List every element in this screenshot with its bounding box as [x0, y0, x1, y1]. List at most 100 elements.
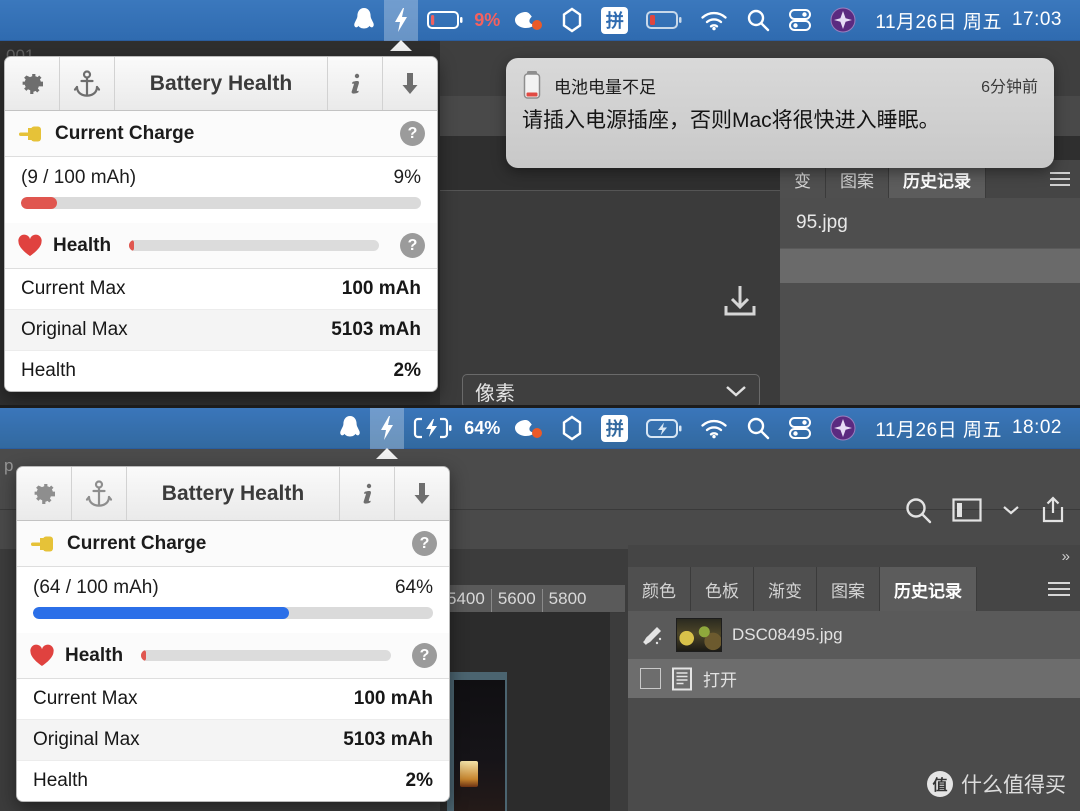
- help-icon[interactable]: ?: [400, 233, 425, 258]
- wifi-icon[interactable]: [691, 408, 737, 449]
- import-arrow-icon[interactable]: [718, 280, 762, 324]
- table-row: Health 2%: [17, 761, 449, 801]
- lightning-bolt-icon[interactable]: [384, 0, 419, 51]
- canvas-ruler: 5400 5600 5800: [440, 585, 625, 613]
- bottom-panel-tabs[interactable]: 颜色 色板 渐变 图案 历史记录: [628, 567, 1080, 611]
- hamburger-icon[interactable]: [1038, 567, 1080, 611]
- battery-charging-small-icon[interactable]: [637, 408, 691, 449]
- battery-charging-icon[interactable]: [404, 408, 462, 449]
- pinyin-input-icon[interactable]: 拼: [592, 408, 637, 449]
- tab-color[interactable]: 颜色: [628, 567, 691, 611]
- search-icon[interactable]: [904, 496, 932, 524]
- ruler-tick: 5600: [490, 589, 542, 612]
- list-item[interactable]: DSC08495.jpg: [628, 611, 1080, 659]
- heart-icon: [17, 234, 43, 258]
- bottom-menubar: 64% 拼 11月26日 周五 18:02: [0, 407, 1080, 459]
- siri-icon[interactable]: [821, 408, 865, 449]
- help-icon[interactable]: ?: [412, 531, 437, 556]
- info-icon[interactable]: [340, 467, 395, 520]
- snapshot-brush-icon: [640, 623, 666, 647]
- list-item[interactable]: 打开: [628, 659, 1080, 698]
- plug-icon: [17, 124, 45, 144]
- weibo-icon[interactable]: [504, 408, 552, 449]
- row-label: Health: [33, 770, 88, 791]
- search-icon[interactable]: [737, 0, 779, 41]
- watermark-badge: 值: [927, 771, 953, 797]
- tab-swatches[interactable]: 色板: [691, 567, 754, 611]
- notification-title: 电池电量不足: [554, 77, 656, 97]
- battery-icon[interactable]: [418, 0, 472, 41]
- bottom-charge-value: (64 / 100 mAh): [33, 577, 159, 598]
- bottom-toolbar-icons: [904, 496, 1066, 524]
- top-right-panel: 变 图案 历史记录 95.jpg: [780, 160, 1080, 405]
- canvas-photo-border: [447, 672, 507, 811]
- row-label: Original Max: [33, 729, 140, 750]
- top-charge-progress-bar: [21, 197, 421, 209]
- notification-header: 电池电量不足 6分钟前: [522, 70, 1038, 100]
- pixel-dropdown-label: 像素: [475, 382, 515, 405]
- bottom-health-section: Health ?: [17, 633, 449, 679]
- notification-body: 请插入电源插座，否则Mac将很快进入睡眠。: [522, 109, 940, 132]
- watermark: 值 什么值得买: [927, 769, 1066, 799]
- canvas-photo: [454, 680, 505, 811]
- bottom-battery-percent[interactable]: 64%: [462, 408, 504, 449]
- top-battery-health-popover[interactable]: Battery Health Current Charge ? (9 / 100…: [4, 56, 438, 392]
- weibo-icon[interactable]: [504, 0, 552, 41]
- hexagon-icon[interactable]: [552, 0, 592, 41]
- top-clock[interactable]: 11月26日 周五 17:03: [865, 7, 1068, 34]
- history-item-label: 打开: [703, 671, 737, 690]
- top-charge-value: (9 / 100 mAh): [21, 167, 137, 188]
- share-icon[interactable]: [1040, 496, 1066, 524]
- pinyin-input-icon[interactable]: 拼: [592, 0, 637, 41]
- chevron-down-icon[interactable]: [1002, 504, 1020, 516]
- help-icon[interactable]: ?: [412, 643, 437, 668]
- bottom-battery-health-popover[interactable]: Battery Health Current Charge ? (64 / 10…: [16, 466, 450, 802]
- control-center-icon[interactable]: [779, 408, 821, 449]
- bottom-clock-time: 18:02: [1011, 417, 1062, 438]
- tab-gradient[interactable]: 渐变: [754, 567, 817, 611]
- bottom-clock[interactable]: 11月26日 周五 18:02: [865, 415, 1068, 442]
- row-value: 5103 mAh: [343, 729, 433, 750]
- chevron-down-icon: [725, 384, 747, 398]
- download-arrow-icon[interactable]: [395, 467, 449, 520]
- download-arrow-icon[interactable]: [383, 57, 437, 110]
- top-panel-selected-row[interactable]: [780, 248, 1080, 283]
- notification-time: 6分钟前: [981, 79, 1038, 96]
- pixel-dropdown[interactable]: 像素: [462, 374, 760, 408]
- screenshot-root: 变 图案 历史记录 95.jpg 像素 001: [0, 0, 1080, 811]
- tab-pattern[interactable]: 图案: [817, 567, 880, 611]
- info-icon[interactable]: [328, 57, 383, 110]
- tab-history[interactable]: 历史记录: [880, 567, 977, 611]
- history-checkbox[interactable]: [640, 668, 661, 689]
- canvas-photo-highlight: [460, 761, 478, 787]
- row-value: 2%: [393, 360, 421, 381]
- hexagon-icon[interactable]: [552, 408, 592, 449]
- help-icon[interactable]: ?: [400, 121, 425, 146]
- panel-overflow-toggle[interactable]: »: [628, 545, 1080, 567]
- notification-banner[interactable]: 电池电量不足 6分钟前 请插入电源插座，否则Mac将很快进入睡眠。: [506, 58, 1054, 168]
- qq-icon[interactable]: [330, 408, 370, 449]
- control-center-icon[interactable]: [779, 0, 821, 41]
- wifi-icon[interactable]: [691, 0, 737, 41]
- top-health-mini-bar: [129, 240, 380, 251]
- top-battery-percent[interactable]: 9%: [472, 0, 504, 41]
- panel-layout-icon[interactable]: [952, 497, 982, 523]
- siri-icon[interactable]: [821, 0, 865, 41]
- bottom-health-mini-bar: [141, 650, 392, 661]
- gear-icon[interactable]: [17, 467, 72, 520]
- battery-low-icon: [522, 70, 542, 100]
- bottom-faint-text: p: [4, 456, 14, 475]
- top-panel-file-name: 95.jpg: [796, 212, 848, 233]
- lightning-bolt-icon[interactable]: [370, 407, 405, 459]
- anchor-icon[interactable]: [60, 57, 115, 110]
- qq-icon[interactable]: [344, 0, 384, 41]
- search-icon[interactable]: [737, 408, 779, 449]
- plug-icon: [29, 534, 57, 554]
- bottom-charge-progress-bar: [33, 607, 433, 619]
- gear-icon[interactable]: [5, 57, 60, 110]
- top-charge-body: (9 / 100 mAh) 9%: [5, 157, 437, 223]
- row-label: Current Max: [21, 278, 126, 299]
- battery-low-icon[interactable]: [637, 0, 691, 41]
- anchor-icon[interactable]: [72, 467, 127, 520]
- popover-pointer: [390, 39, 413, 51]
